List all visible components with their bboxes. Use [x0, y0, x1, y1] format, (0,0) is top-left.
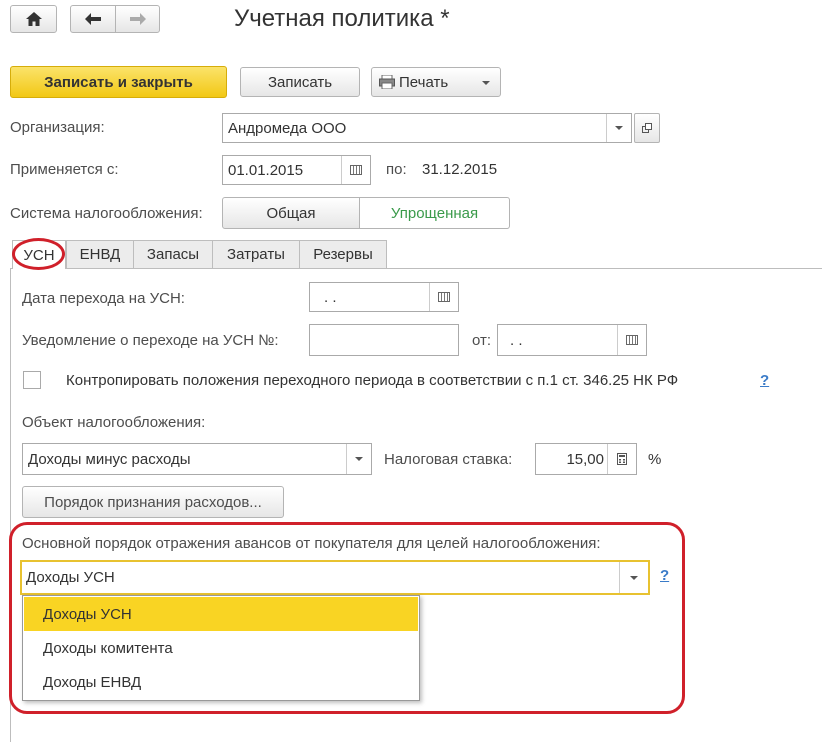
control-checkbox[interactable] [23, 371, 41, 389]
open-org-button[interactable] [634, 113, 660, 143]
printer-icon [379, 75, 395, 89]
transition-date-label: Дата перехода на УСН: [22, 290, 185, 307]
open-link-icon [642, 123, 652, 133]
dropdown-option-envd[interactable]: Доходы ЕНВД [24, 665, 418, 699]
calendar-button[interactable] [617, 325, 646, 355]
help-link[interactable]: ? [760, 372, 769, 389]
back-button[interactable] [70, 5, 116, 33]
org-label: Организация: [10, 119, 105, 136]
save-button[interactable]: Записать [240, 67, 360, 97]
calendar-button[interactable] [341, 156, 370, 184]
print-button[interactable]: Печать [371, 67, 501, 97]
rate-value: 15,00 [566, 450, 604, 468]
object-select[interactable]: Доходы минус расходы [22, 443, 372, 475]
rate-label: Налоговая ставка: [384, 451, 513, 468]
from-label: от: [472, 332, 492, 349]
tax-system-simplified-button[interactable]: Упрощенная [359, 197, 510, 229]
chevron-down-icon [355, 457, 363, 461]
tab-costs[interactable]: Затраты [212, 240, 300, 268]
rate-unit: % [648, 451, 662, 468]
org-dropdown-button[interactable] [606, 114, 631, 142]
chevron-down-icon [630, 575, 638, 580]
notice-date-value: . . [510, 331, 523, 349]
tab-annotation-circle [12, 238, 65, 270]
object-label: Объект налогообложения: [22, 414, 206, 431]
advances-dropdown-list: Доходы УСН Доходы комитента Доходы ЕНВД [22, 595, 420, 701]
applies-label: Применяется с: [10, 161, 119, 178]
forward-button[interactable] [115, 5, 160, 33]
notice-number-field[interactable] [309, 324, 459, 356]
tab-envd[interactable]: ЕНВД [66, 240, 134, 268]
chevron-down-icon [482, 81, 490, 85]
calendar-icon [438, 292, 450, 302]
chevron-down-icon [615, 126, 623, 130]
org-value: Андромеда ООО [228, 119, 347, 137]
tab-strip-line [10, 268, 822, 269]
calendar-icon [350, 165, 362, 175]
transition-date-field[interactable]: . . [309, 282, 459, 312]
expenses-order-button[interactable]: Порядок признания расходов... [22, 486, 284, 518]
dropdown-option-committent[interactable]: Доходы комитента [24, 631, 418, 665]
advances-help-link[interactable]: ? [660, 567, 669, 584]
home-button[interactable] [10, 5, 57, 33]
tab-reserves[interactable]: Резервы [299, 240, 387, 268]
calendar-icon [626, 335, 638, 345]
applies-date-field[interactable]: 01.01.2015 [222, 155, 371, 185]
advances-label: Основной порядок отражения авансов от по… [22, 535, 601, 552]
to-value: 31.12.2015 [422, 161, 498, 178]
calculator-icon [617, 453, 627, 465]
page-title: Учетная политика * [234, 5, 450, 32]
notice-label: Уведомление о переходе на УСН №: [22, 332, 279, 349]
print-label: Печать [399, 73, 449, 91]
arrow-right-icon [129, 13, 146, 25]
object-dropdown-button[interactable] [346, 444, 371, 474]
control-checkbox-label: Контропировать положения переходного пер… [66, 372, 679, 389]
arrow-left-icon [85, 13, 101, 25]
advances-select[interactable]: Доходы УСН [20, 560, 650, 595]
save-and-close-button[interactable]: Записать и закрыть [10, 66, 227, 98]
org-field[interactable]: Андромеда ООО [222, 113, 632, 143]
rate-field[interactable]: 15,00 [535, 443, 637, 475]
transition-date-value: . . [324, 288, 337, 306]
tax-system-label: Система налогообложения: [10, 205, 203, 222]
dropdown-option-usn[interactable]: Доходы УСН [24, 597, 418, 631]
to-label: по: [386, 161, 407, 178]
object-value: Доходы минус расходы [28, 450, 191, 468]
advances-dropdown-button[interactable] [619, 562, 648, 593]
advances-value: Доходы УСН [26, 569, 115, 586]
tax-system-general-button[interactable]: Общая [222, 197, 360, 229]
calendar-button[interactable] [429, 283, 458, 311]
calculator-button[interactable] [607, 444, 636, 474]
applies-date-value: 01.01.2015 [228, 161, 304, 179]
notice-date-field[interactable]: . . [497, 324, 647, 356]
home-icon [25, 12, 42, 26]
tab-inventory[interactable]: Запасы [133, 240, 213, 268]
